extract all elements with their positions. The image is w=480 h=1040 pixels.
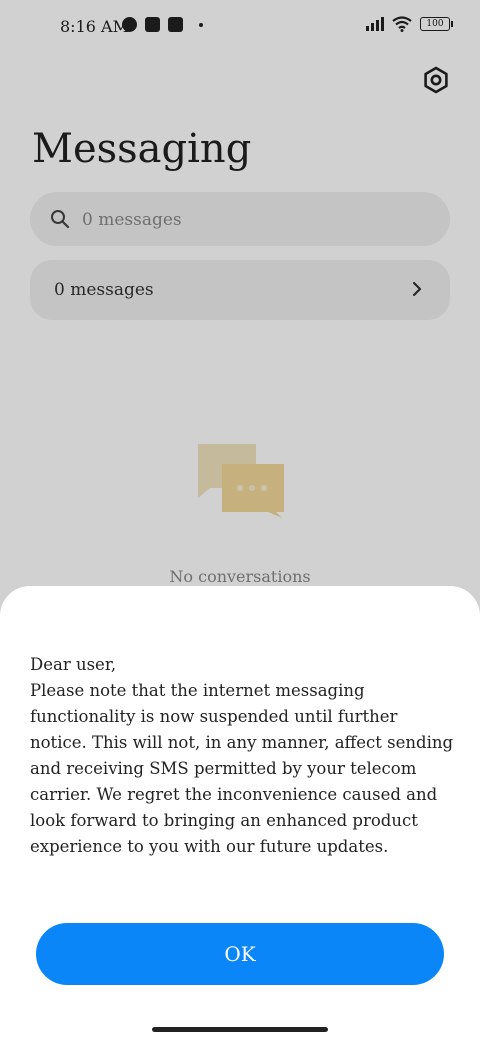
notice-greeting: Dear user, [30,655,117,674]
notice-dialog: Dear user, Please note that the internet… [0,586,480,1040]
home-indicator[interactable] [152,1027,328,1032]
ok-button[interactable]: OK [36,923,444,985]
notice-body: Please note that the internet messaging … [30,681,454,856]
notice-text: Dear user, Please note that the internet… [30,652,454,860]
